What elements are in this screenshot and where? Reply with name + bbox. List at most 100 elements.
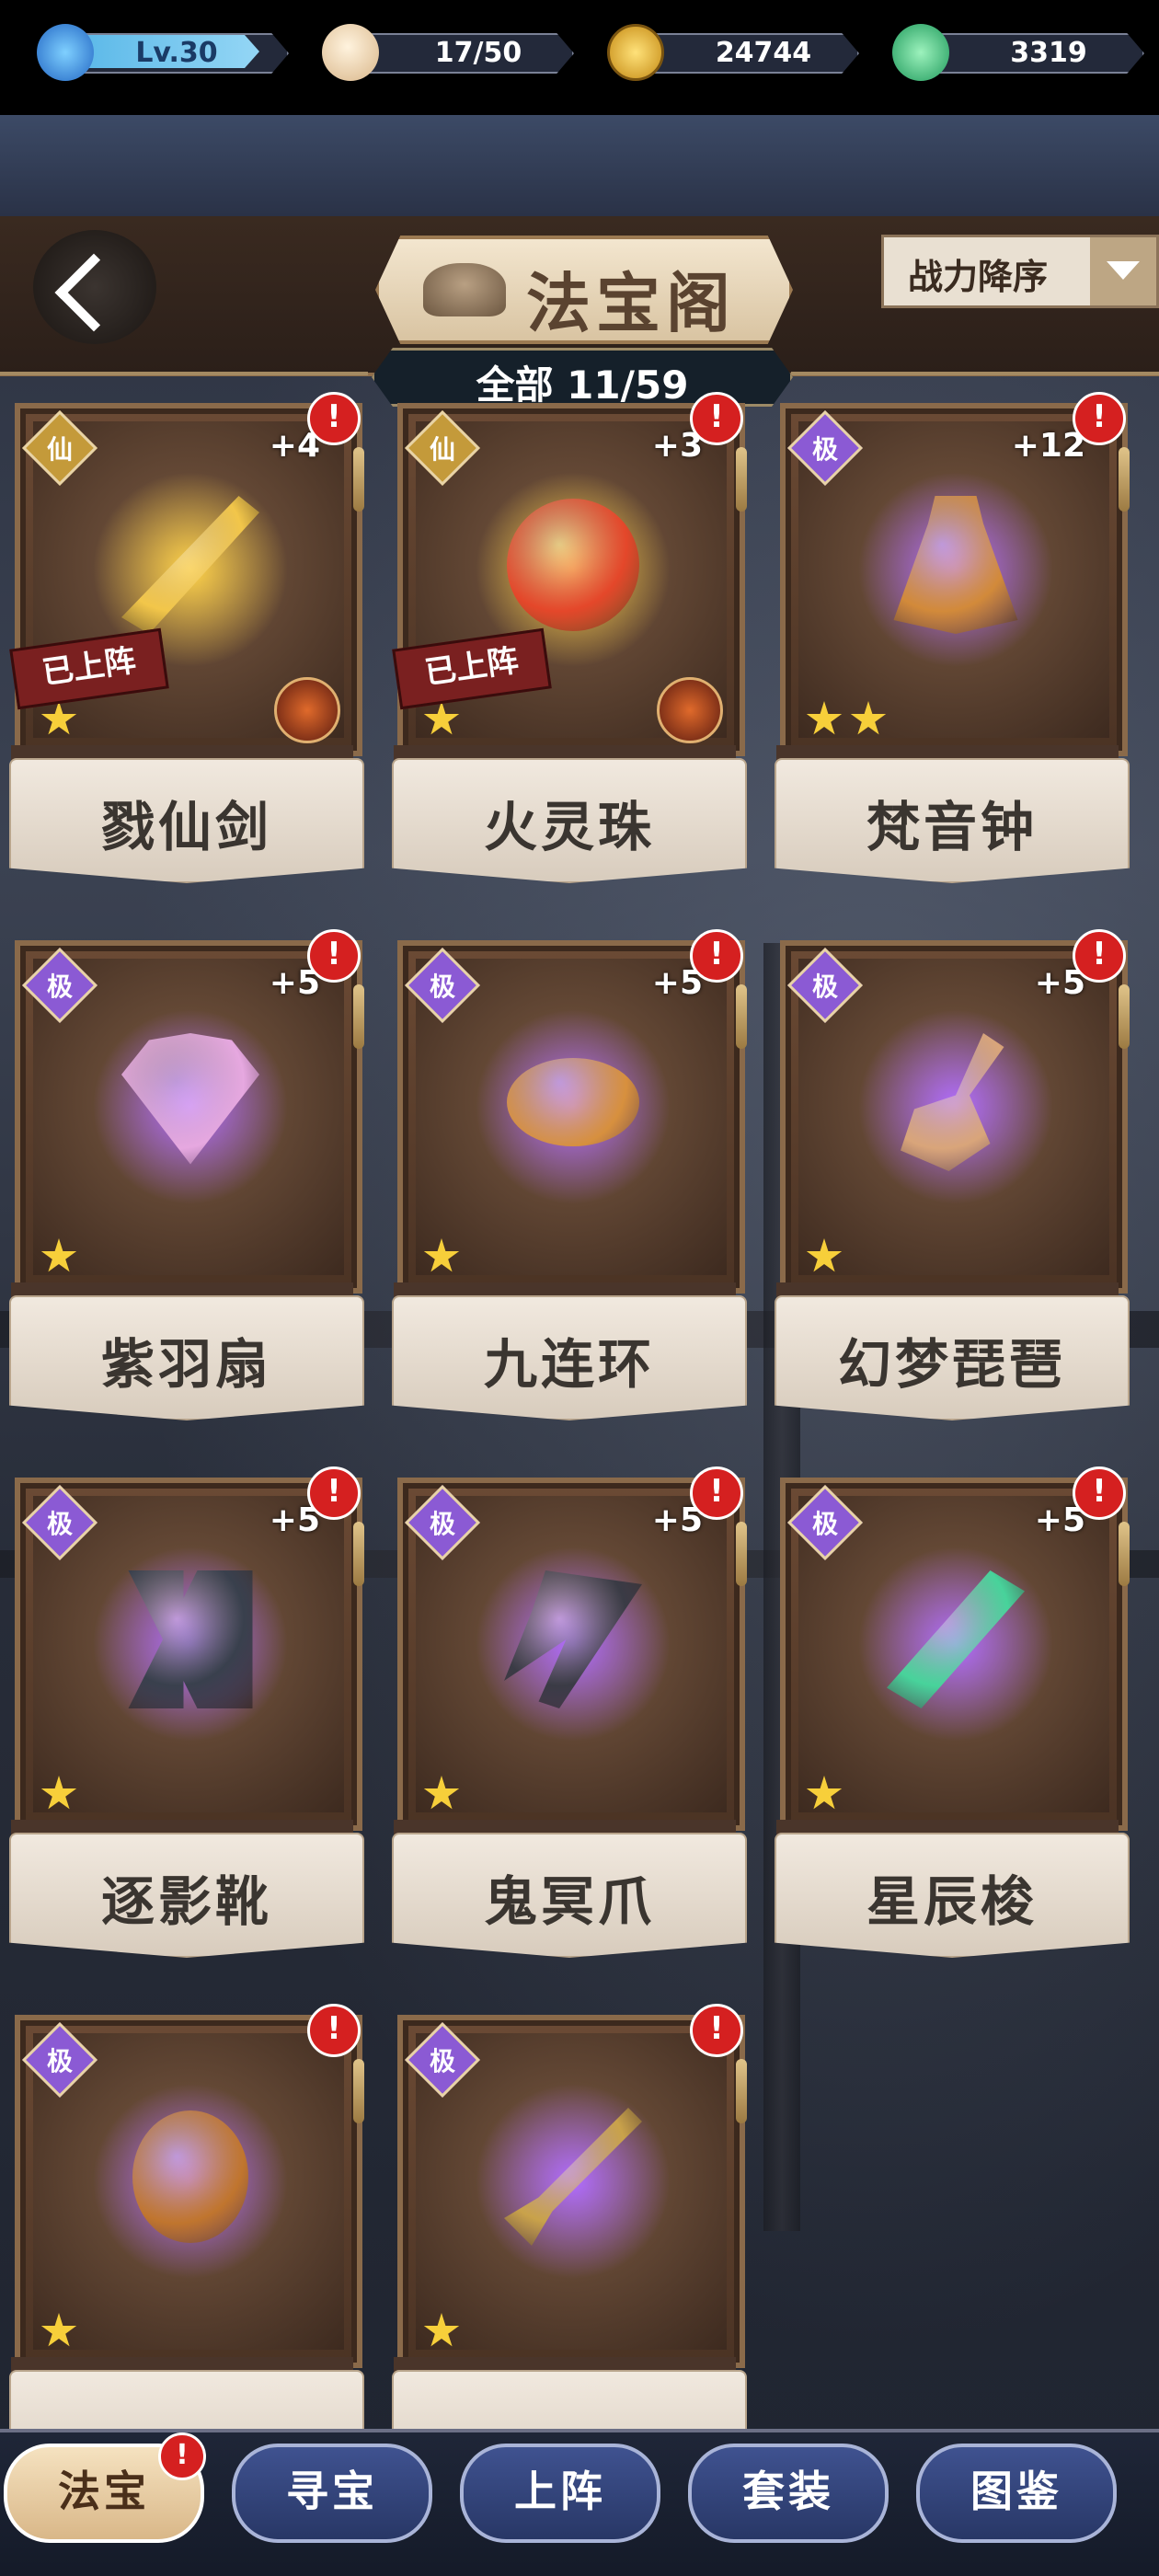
item-name: 幻梦琵琶 xyxy=(837,1333,1066,1396)
alert-badge: ! xyxy=(1073,929,1126,983)
star-rating xyxy=(423,701,467,740)
treasure-card[interactable]: 极 +12! 梵音钟 xyxy=(765,392,1130,929)
item-nameplate: 星辰梭 xyxy=(775,1833,1130,1958)
star-rating xyxy=(423,1776,467,1814)
item-name: 戮仙剑 xyxy=(100,796,272,858)
title-plate: 法宝阁 xyxy=(375,236,793,344)
item-name: 星辰梭 xyxy=(866,1870,1038,1933)
alert-badge: ! xyxy=(1073,392,1126,445)
star-icon xyxy=(423,2313,460,2347)
star-icon xyxy=(806,1238,843,1272)
card-frame: 极 xyxy=(15,2015,362,2368)
item-nameplate: 鬼冥爪 xyxy=(392,1833,747,1958)
item-nameplate: 幻梦琵琶 xyxy=(775,1295,1130,1420)
card-frame: 极 +5 xyxy=(397,1478,745,1831)
coins-indicator[interactable]: 24744 xyxy=(607,24,859,81)
header-divider-right xyxy=(791,372,1159,375)
star-rating xyxy=(423,1238,467,1277)
item-name: 紫羽扇 xyxy=(100,1333,272,1396)
star-icon xyxy=(423,701,460,735)
alert-badge: ! xyxy=(690,929,743,983)
star-rating xyxy=(40,701,85,740)
tassel-decoration xyxy=(736,2059,747,2123)
star-icon xyxy=(40,1238,77,1272)
star-rating xyxy=(806,1776,850,1814)
jade-leaf-icon xyxy=(892,24,949,81)
tab-sets[interactable]: 套装 xyxy=(688,2444,889,2543)
treasure-card[interactable]: 极 +5! 鬼冥爪 xyxy=(383,1466,747,2004)
header-divider-left xyxy=(0,372,368,375)
alert-badge: ! xyxy=(307,392,361,445)
card-frame: 极 xyxy=(397,2015,745,2368)
item-nameplate: 戮仙剑 xyxy=(9,758,364,883)
chevron-down-icon xyxy=(1090,237,1156,305)
bun-icon xyxy=(322,24,379,81)
card-frame: 极 +5 xyxy=(15,1478,362,1831)
tassel-decoration xyxy=(353,447,364,512)
tassel-decoration xyxy=(1119,1522,1130,1586)
sort-dropdown[interactable]: 战力降序 xyxy=(881,235,1159,308)
tassel-decoration xyxy=(1119,984,1130,1049)
star-rating xyxy=(40,1776,85,1814)
treasure-card[interactable]: 仙 +3 已上阵! 火灵珠 xyxy=(383,392,747,929)
tab-deploy[interactable]: 上阵 xyxy=(460,2444,660,2543)
tier-label: 极 xyxy=(811,971,839,1002)
star-icon xyxy=(806,1776,843,1810)
jade-text: 3319 xyxy=(1010,37,1087,69)
alert-badge: ! xyxy=(307,2004,361,2057)
tab-alert-badge: ! xyxy=(158,2432,206,2480)
treasure-card[interactable]: 极 +5! 星辰梭 xyxy=(765,1466,1130,2004)
star-icon xyxy=(423,1776,460,1810)
tier-label: 极 xyxy=(429,2045,456,2076)
item-name: 梵音钟 xyxy=(866,796,1038,858)
tassel-decoration xyxy=(353,2059,364,2123)
enhance-level: +12 xyxy=(1011,427,1085,465)
treasure-card[interactable]: 仙 +4 已上阵! 戮仙剑 xyxy=(0,392,364,929)
tier-label: 极 xyxy=(811,433,839,465)
alert-badge: ! xyxy=(690,1466,743,1520)
tassel-decoration xyxy=(353,984,364,1049)
card-frame: 极 +12 xyxy=(780,403,1128,756)
coin-icon xyxy=(607,24,664,81)
treasure-pavilion-icon xyxy=(423,263,506,316)
dragon-icon xyxy=(37,24,94,81)
tier-label: 仙 xyxy=(46,433,74,465)
treasure-card[interactable]: 极 +5! 幻梦琵琶 xyxy=(765,929,1130,1466)
tab-seek-treasure[interactable]: 寻宝 xyxy=(232,2444,432,2543)
star-rating xyxy=(40,2313,85,2352)
star-icon xyxy=(850,701,887,735)
tassel-decoration xyxy=(736,447,747,512)
card-frame: 仙 +4 已上阵 xyxy=(9,403,362,756)
alert-badge: ! xyxy=(307,1466,361,1520)
page-title: 法宝阁 xyxy=(526,266,736,341)
card-frame: 极 +5 xyxy=(15,940,362,1294)
tab-codex[interactable]: 图鉴 xyxy=(916,2444,1117,2543)
item-nameplate: 逐影靴 xyxy=(9,1833,364,1958)
item-nameplate: 梵音钟 xyxy=(775,758,1130,883)
stamina-indicator[interactable]: 17/50 xyxy=(322,24,574,81)
treasure-card[interactable]: 极 +5! 九连环 xyxy=(383,929,747,1466)
star-icon xyxy=(423,1238,460,1272)
tier-label: 极 xyxy=(811,1508,839,1539)
star-rating xyxy=(423,2313,467,2352)
item-name: 九连环 xyxy=(483,1333,655,1396)
character-emblem-icon xyxy=(274,677,340,743)
treasure-card[interactable]: 极 +5! 紫羽扇 xyxy=(0,929,364,1466)
item-name: 鬼冥爪 xyxy=(483,1870,655,1933)
item-name: 逐影靴 xyxy=(100,1870,272,1933)
treasure-card[interactable]: 极 +5! 逐影靴 xyxy=(0,1466,364,2004)
card-frame: 极 +5 xyxy=(780,940,1128,1294)
back-arrow-icon xyxy=(54,253,133,332)
tier-label: 极 xyxy=(46,2045,74,2076)
alert-badge: ! xyxy=(1073,1466,1126,1520)
jade-indicator[interactable]: 3319 xyxy=(892,24,1144,81)
resource-bar xyxy=(0,115,1159,216)
star-rating xyxy=(806,701,894,740)
alert-badge: ! xyxy=(307,929,361,983)
tier-label: 极 xyxy=(429,1508,456,1539)
stamina-text: 17/50 xyxy=(434,37,522,69)
item-name: 火灵珠 xyxy=(483,796,655,858)
item-nameplate: 九连环 xyxy=(392,1295,747,1420)
back-button[interactable] xyxy=(33,230,156,344)
card-frame: 极 +5 xyxy=(397,940,745,1294)
